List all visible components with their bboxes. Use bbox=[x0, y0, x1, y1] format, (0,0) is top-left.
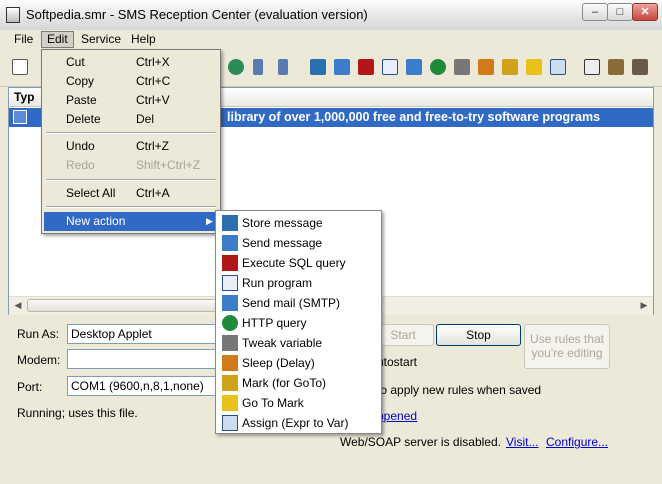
globe-icon bbox=[222, 315, 238, 331]
menu-item-delete[interactable]: Delete Del bbox=[44, 110, 218, 129]
sleep-tool-icon[interactable] bbox=[478, 59, 494, 75]
use-rules-button[interactable]: Use rules that you're editing bbox=[524, 324, 610, 369]
mark-icon bbox=[222, 375, 238, 391]
autostart-checkbox-label[interactable]: utostart bbox=[377, 355, 417, 369]
send-mail-icon bbox=[222, 295, 238, 311]
window-title: Softpedia.smr - SMS Reception Center (ev… bbox=[26, 7, 368, 22]
use-rules-line-1: Use rules that bbox=[529, 332, 605, 346]
menu-item-select-all[interactable]: Select All Ctrl+A bbox=[44, 184, 218, 203]
sql-query-tool-icon[interactable] bbox=[358, 59, 374, 75]
assign-icon bbox=[222, 415, 238, 431]
list-item-text: library of over 1,000,000 free and free-… bbox=[227, 110, 601, 124]
port-label: Port: bbox=[17, 380, 43, 394]
store-message-icon bbox=[222, 215, 238, 231]
title-bar: Softpedia.smr - SMS Reception Center (ev… bbox=[0, 0, 662, 31]
visit-link[interactable]: Visit... bbox=[506, 435, 538, 449]
submenu-item-http-query[interactable]: HTTP query bbox=[218, 313, 379, 333]
menu-service[interactable]: Service bbox=[76, 32, 126, 47]
scroll-right-icon[interactable]: ▶ bbox=[637, 299, 651, 312]
submenu-item-assign[interactable]: Assign (Expr to Var) bbox=[218, 413, 379, 433]
move-up-icon[interactable] bbox=[253, 59, 263, 75]
submenu-arrow-icon: ▶ bbox=[206, 216, 213, 226]
menu-item-new-action[interactable]: New action ▶ bbox=[44, 212, 218, 231]
submenu-item-sql-query[interactable]: Execute SQL query bbox=[218, 253, 379, 273]
store-message-tool-icon[interactable] bbox=[310, 59, 326, 75]
status-text: Running; uses this file. bbox=[17, 406, 138, 420]
webserver-status: Web/SOAP server is disabled. bbox=[340, 435, 501, 449]
move-down-icon[interactable] bbox=[278, 59, 288, 75]
submenu-item-sleep[interactable]: Sleep (Delay) bbox=[218, 353, 379, 373]
port-select[interactable]: COM1 (9600,n,8,1,none) bbox=[67, 376, 217, 396]
mark-tool-icon[interactable] bbox=[502, 59, 518, 75]
menu-item-paste[interactable]: Paste Ctrl+V bbox=[44, 91, 218, 110]
submenu-item-mark[interactable]: Mark (for GoTo) bbox=[218, 373, 379, 393]
refresh-icon[interactable] bbox=[228, 59, 244, 75]
tools-icon[interactable] bbox=[608, 59, 624, 75]
menu-help[interactable]: Help bbox=[126, 32, 161, 47]
send-mail-tool-icon[interactable] bbox=[406, 59, 422, 75]
hammer-icon[interactable] bbox=[632, 59, 648, 75]
menu-separator bbox=[46, 179, 216, 181]
new-file-icon[interactable] bbox=[12, 59, 28, 75]
run-as-label: Run As: bbox=[17, 327, 60, 341]
submenu-item-goto-mark[interactable]: Go To Mark bbox=[218, 393, 379, 413]
submenu-item-send-message[interactable]: Send message bbox=[218, 233, 379, 253]
happened-link[interactable]: ppened bbox=[377, 409, 417, 423]
sleep-icon bbox=[222, 355, 238, 371]
rule-icon bbox=[13, 110, 27, 124]
submenu-item-tweak-variable[interactable]: Tweak variable bbox=[218, 333, 379, 353]
modem-label: Modem: bbox=[17, 353, 61, 367]
apply-rules-checkbox-label[interactable]: to apply new rules when saved bbox=[377, 383, 541, 397]
close-button[interactable]: ✕ bbox=[632, 3, 658, 21]
configure-link[interactable]: Configure... bbox=[546, 435, 608, 449]
goto-tool-icon[interactable] bbox=[526, 59, 542, 75]
menu-bar: File Edit Service Help bbox=[0, 30, 662, 49]
menu-item-redo: Redo Shift+Ctrl+Z bbox=[66, 158, 201, 172]
submenu-item-store-message[interactable]: Store message bbox=[218, 213, 379, 233]
edit-menu: Cut Ctrl+X Copy Ctrl+C Paste Ctrl+V Dele… bbox=[41, 49, 221, 234]
tweak-tool-icon[interactable] bbox=[454, 59, 470, 75]
menu-item-cut[interactable]: Cut Ctrl+X bbox=[44, 53, 218, 72]
column-type-header[interactable]: Typ bbox=[14, 90, 34, 104]
app-icon bbox=[6, 7, 20, 23]
settings-tool-icon[interactable] bbox=[584, 59, 600, 75]
maximize-button[interactable]: □ bbox=[607, 3, 633, 21]
run-as-select[interactable]: Desktop Applet bbox=[67, 324, 217, 344]
tweak-icon bbox=[222, 335, 238, 351]
scroll-left-icon[interactable]: ◀ bbox=[11, 299, 25, 312]
stop-button[interactable]: Stop bbox=[436, 324, 521, 346]
scroll-thumb[interactable] bbox=[27, 299, 217, 312]
run-program-tool-icon[interactable] bbox=[382, 59, 398, 75]
submenu-item-send-mail[interactable]: Send mail (SMTP) bbox=[218, 293, 379, 313]
menu-file[interactable]: File bbox=[9, 32, 38, 47]
assign-tool-icon[interactable] bbox=[550, 59, 566, 75]
menu-edit[interactable]: Edit bbox=[41, 31, 74, 48]
run-program-icon bbox=[222, 275, 238, 291]
menu-item-copy[interactable]: Copy Ctrl+C bbox=[44, 72, 218, 91]
send-message-icon bbox=[222, 235, 238, 251]
minimize-button[interactable]: – bbox=[582, 3, 608, 21]
menu-separator bbox=[46, 132, 216, 134]
globe-tool-icon[interactable] bbox=[430, 59, 446, 75]
new-action-submenu: Store message Send message Execute SQL q… bbox=[215, 210, 382, 434]
modem-input[interactable] bbox=[67, 349, 217, 369]
send-message-tool-icon[interactable] bbox=[334, 59, 350, 75]
goto-arrow-icon bbox=[222, 395, 238, 411]
sql-query-icon bbox=[222, 255, 238, 271]
submenu-item-run-program[interactable]: Run program bbox=[218, 273, 379, 293]
menu-item-undo[interactable]: Undo Ctrl+Z bbox=[44, 137, 218, 156]
menu-separator bbox=[46, 206, 216, 208]
use-rules-line-2: you're editing bbox=[531, 346, 603, 360]
